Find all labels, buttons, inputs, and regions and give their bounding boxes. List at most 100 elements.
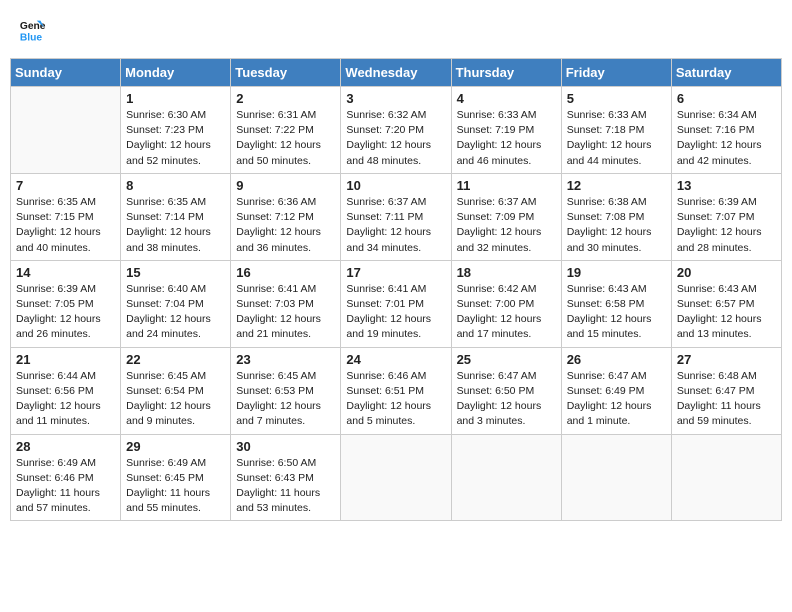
calendar-week-row: 14 Sunrise: 6:39 AMSunset: 7:05 PMDayligh…	[11, 260, 782, 347]
calendar-cell: 7 Sunrise: 6:35 AMSunset: 7:15 PMDaylight…	[11, 173, 121, 260]
calendar-cell: 25Sunrise: 6:47 AMSunset: 6:50 PMDayligh…	[451, 347, 561, 434]
calendar-cell: 2 Sunrise: 6:31 AMSunset: 7:22 PMDaylight…	[231, 87, 341, 174]
day-number: 2	[236, 91, 335, 106]
calendar-cell	[451, 434, 561, 521]
svg-text:Blue: Blue	[20, 32, 43, 43]
day-number: 8	[126, 178, 225, 193]
day-info: Sunrise: 6:31 AMSunset: 7:22 PMDaylight:…	[236, 108, 335, 169]
weekday-header: Friday	[561, 59, 671, 87]
calendar-cell: 23 Sunrise: 6:45 AMSunset: 6:53 PMDayligh…	[231, 347, 341, 434]
day-info: Sunrise: 6:43 AMSunset: 6:58 PMDaylight:…	[567, 282, 666, 343]
day-number: 18	[457, 265, 556, 280]
day-number: 6	[677, 91, 776, 106]
day-info: Sunrise: 6:35 AMSunset: 7:15 PMDaylight:…	[16, 195, 115, 256]
day-info: Sunrise: 6:50 AMSunset: 6:43 PMDaylight:…	[236, 456, 335, 517]
calendar-week-row: 28 Sunrise: 6:49 AMSunset: 6:46 PMDayligh…	[11, 434, 782, 521]
calendar-cell	[671, 434, 781, 521]
weekday-header-row: SundayMondayTuesdayWednesdayThursdayFrid…	[11, 59, 782, 87]
calendar-cell: 11 Sunrise: 6:37 AMSunset: 7:09 PMDayligh…	[451, 173, 561, 260]
day-info: Sunrise: 6:47 AMSunset: 6:49 PMDaylight:…	[567, 369, 666, 430]
day-number: 17	[346, 265, 445, 280]
day-number: 3	[346, 91, 445, 106]
day-info: Sunrise: 6:49 AMSunset: 6:46 PMDaylight:…	[16, 456, 115, 517]
day-number: 13	[677, 178, 776, 193]
day-number: 20	[677, 265, 776, 280]
calendar-cell: 30 Sunrise: 6:50 AMSunset: 6:43 PMDayligh…	[231, 434, 341, 521]
calendar-cell: 28 Sunrise: 6:49 AMSunset: 6:46 PMDayligh…	[11, 434, 121, 521]
day-info: Sunrise: 6:36 AMSunset: 7:12 PMDaylight:…	[236, 195, 335, 256]
day-info: Sunrise: 6:48 AMSunset: 6:47 PMDaylight:…	[677, 369, 776, 430]
day-info: Sunrise: 6:39 AMSunset: 7:07 PMDaylight:…	[677, 195, 776, 256]
calendar-cell: 5Sunrise: 6:33 AMSunset: 7:18 PMDaylight…	[561, 87, 671, 174]
calendar-cell: 26 Sunrise: 6:47 AMSunset: 6:49 PMDayligh…	[561, 347, 671, 434]
day-number: 26	[567, 352, 666, 367]
day-info: Sunrise: 6:43 AMSunset: 6:57 PMDaylight:…	[677, 282, 776, 343]
day-number: 16	[236, 265, 335, 280]
day-info: Sunrise: 6:35 AMSunset: 7:14 PMDaylight:…	[126, 195, 225, 256]
day-number: 9	[236, 178, 335, 193]
day-number: 28	[16, 439, 115, 454]
day-number: 22	[126, 352, 225, 367]
weekday-header: Thursday	[451, 59, 561, 87]
calendar-cell: 1 Sunrise: 6:30 AMSunset: 7:23 PMDaylight…	[121, 87, 231, 174]
day-info: Sunrise: 6:37 AMSunset: 7:11 PMDaylight:…	[346, 195, 445, 256]
day-number: 10	[346, 178, 445, 193]
day-number: 1	[126, 91, 225, 106]
day-info: Sunrise: 6:34 AMSunset: 7:16 PMDaylight:…	[677, 108, 776, 169]
day-info: Sunrise: 6:47 AMSunset: 6:50 PMDaylight:…	[457, 369, 556, 430]
day-number: 11	[457, 178, 556, 193]
day-info: Sunrise: 6:40 AMSunset: 7:04 PMDaylight:…	[126, 282, 225, 343]
calendar-cell: 8 Sunrise: 6:35 AMSunset: 7:14 PMDaylight…	[121, 173, 231, 260]
day-info: Sunrise: 6:30 AMSunset: 7:23 PMDaylight:…	[126, 108, 225, 169]
day-number: 4	[457, 91, 556, 106]
day-info: Sunrise: 6:46 AMSunset: 6:51 PMDaylight:…	[346, 369, 445, 430]
calendar-cell: 22Sunrise: 6:45 AMSunset: 6:54 PMDayligh…	[121, 347, 231, 434]
calendar-cell: 6 Sunrise: 6:34 AMSunset: 7:16 PMDaylight…	[671, 87, 781, 174]
calendar-table: SundayMondayTuesdayWednesdayThursdayFrid…	[10, 58, 782, 521]
day-info: Sunrise: 6:38 AMSunset: 7:08 PMDaylight:…	[567, 195, 666, 256]
calendar-week-row: 1 Sunrise: 6:30 AMSunset: 7:23 PMDaylight…	[11, 87, 782, 174]
day-info: Sunrise: 6:41 AMSunset: 7:03 PMDaylight:…	[236, 282, 335, 343]
calendar-cell: 21Sunrise: 6:44 AMSunset: 6:56 PMDayligh…	[11, 347, 121, 434]
calendar-cell	[341, 434, 451, 521]
svg-text:General: General	[20, 21, 46, 32]
calendar-cell: 18 Sunrise: 6:42 AMSunset: 7:00 PMDayligh…	[451, 260, 561, 347]
calendar-cell: 29Sunrise: 6:49 AMSunset: 6:45 PMDayligh…	[121, 434, 231, 521]
weekday-header: Monday	[121, 59, 231, 87]
day-number: 23	[236, 352, 335, 367]
day-info: Sunrise: 6:37 AMSunset: 7:09 PMDaylight:…	[457, 195, 556, 256]
logo: General Blue	[18, 16, 50, 44]
day-number: 24	[346, 352, 445, 367]
day-number: 30	[236, 439, 335, 454]
calendar-week-row: 21Sunrise: 6:44 AMSunset: 6:56 PMDayligh…	[11, 347, 782, 434]
weekday-header: Wednesday	[341, 59, 451, 87]
day-number: 12	[567, 178, 666, 193]
weekday-header: Sunday	[11, 59, 121, 87]
calendar-cell: 16 Sunrise: 6:41 AMSunset: 7:03 PMDayligh…	[231, 260, 341, 347]
weekday-header: Saturday	[671, 59, 781, 87]
day-info: Sunrise: 6:49 AMSunset: 6:45 PMDaylight:…	[126, 456, 225, 517]
page-header: General Blue	[10, 10, 782, 50]
day-number: 15	[126, 265, 225, 280]
day-number: 27	[677, 352, 776, 367]
calendar-cell: 10 Sunrise: 6:37 AMSunset: 7:11 PMDayligh…	[341, 173, 451, 260]
day-info: Sunrise: 6:33 AMSunset: 7:19 PMDaylight:…	[457, 108, 556, 169]
calendar-cell: 14 Sunrise: 6:39 AMSunset: 7:05 PMDayligh…	[11, 260, 121, 347]
calendar-cell: 12 Sunrise: 6:38 AMSunset: 7:08 PMDayligh…	[561, 173, 671, 260]
day-number: 19	[567, 265, 666, 280]
day-number: 21	[16, 352, 115, 367]
day-number: 14	[16, 265, 115, 280]
day-info: Sunrise: 6:42 AMSunset: 7:00 PMDaylight:…	[457, 282, 556, 343]
calendar-cell: 20 Sunrise: 6:43 AMSunset: 6:57 PMDayligh…	[671, 260, 781, 347]
weekday-header: Tuesday	[231, 59, 341, 87]
calendar-cell: 15 Sunrise: 6:40 AMSunset: 7:04 PMDayligh…	[121, 260, 231, 347]
calendar-week-row: 7 Sunrise: 6:35 AMSunset: 7:15 PMDaylight…	[11, 173, 782, 260]
day-info: Sunrise: 6:41 AMSunset: 7:01 PMDaylight:…	[346, 282, 445, 343]
calendar-cell: 17 Sunrise: 6:41 AMSunset: 7:01 PMDayligh…	[341, 260, 451, 347]
day-info: Sunrise: 6:45 AMSunset: 6:53 PMDaylight:…	[236, 369, 335, 430]
calendar-cell: 27 Sunrise: 6:48 AMSunset: 6:47 PMDayligh…	[671, 347, 781, 434]
day-info: Sunrise: 6:39 AMSunset: 7:05 PMDaylight:…	[16, 282, 115, 343]
day-number: 7	[16, 178, 115, 193]
calendar-cell: 19 Sunrise: 6:43 AMSunset: 6:58 PMDayligh…	[561, 260, 671, 347]
calendar-cell	[11, 87, 121, 174]
